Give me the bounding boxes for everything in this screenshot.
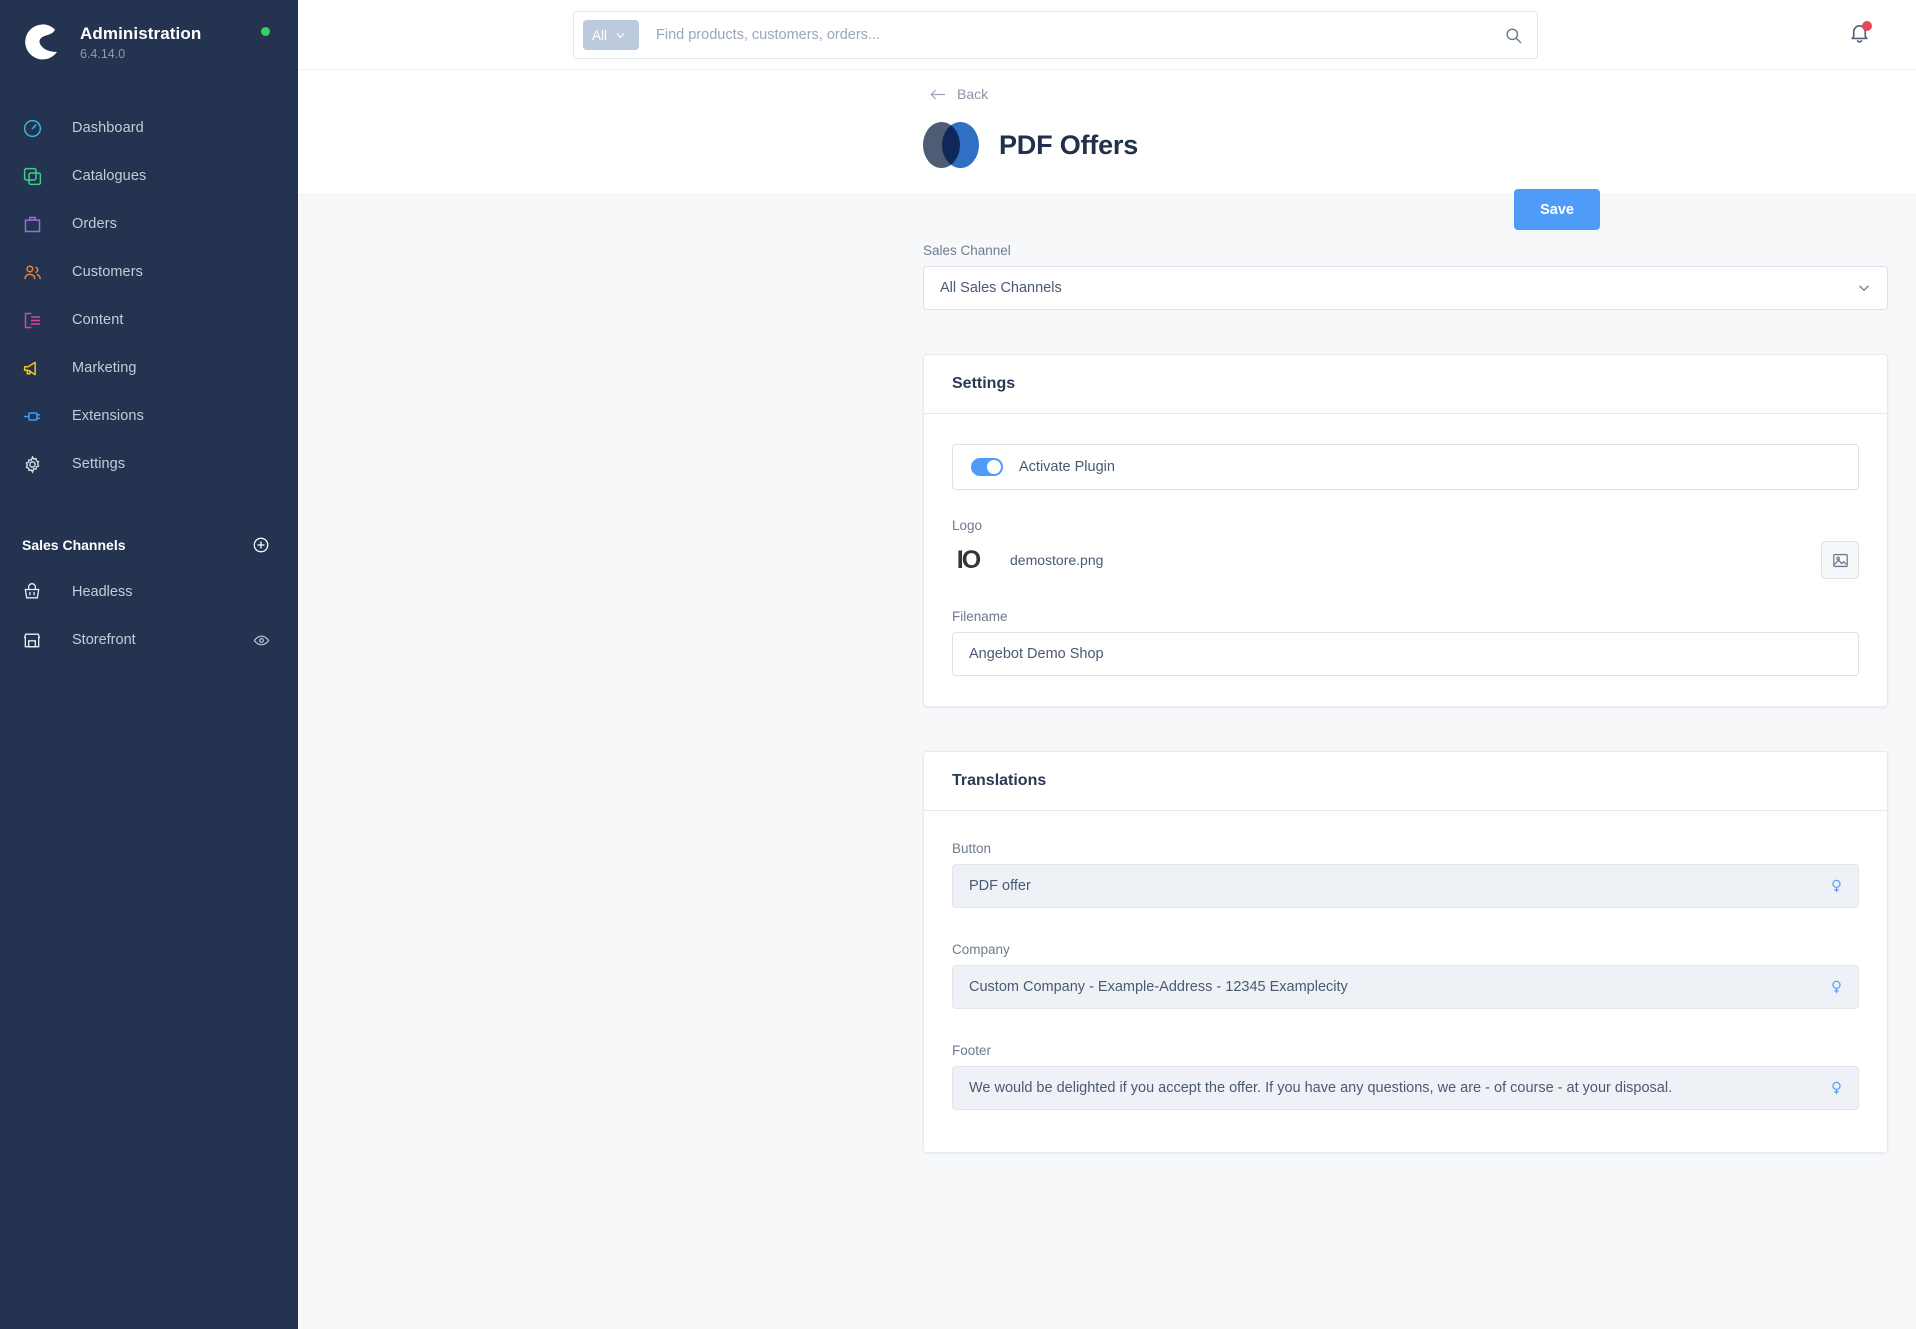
- orders-icon: [22, 214, 52, 235]
- translations-card: Translations Button PDF offer Company Cu…: [923, 751, 1888, 1153]
- logo-thumbnail: IO: [952, 544, 984, 576]
- extensions-icon: [22, 406, 52, 427]
- sidebar-item-settings[interactable]: Settings: [0, 440, 298, 488]
- sidebar-item-content[interactable]: Content: [0, 296, 298, 344]
- sidebar-item-extensions[interactable]: Extensions: [0, 392, 298, 440]
- sidebar-item-label: Dashboard: [72, 120, 144, 136]
- logo-filename: demostore.png: [1010, 552, 1104, 568]
- translation-field-company: Company: [952, 942, 1859, 1009]
- sales-channels-title: Sales Channels: [22, 537, 126, 553]
- button-translation-input[interactable]: [952, 864, 1859, 908]
- sidebar-item-orders[interactable]: Orders: [0, 200, 298, 248]
- settings-card-title: Settings: [952, 375, 1016, 392]
- sidebar-item-label: Catalogues: [72, 168, 147, 184]
- eye-icon[interactable]: [253, 632, 270, 649]
- logo-field: Logo IO demostore.png: [952, 518, 1859, 579]
- main-area: All B: [298, 0, 1916, 1329]
- sidebar-item-label: Customers: [72, 264, 143, 280]
- brand-title: Administration: [80, 23, 202, 43]
- sidebar-item-catalogues[interactable]: Catalogues: [0, 152, 298, 200]
- customers-icon: [22, 262, 52, 283]
- translation-field-button: Button: [952, 841, 1859, 908]
- sidebar: Administration 6.4.14.0 Dashboard Catalo…: [0, 0, 298, 1329]
- back-link[interactable]: Back: [929, 86, 988, 102]
- search-icon[interactable]: [1504, 26, 1523, 45]
- global-search-bar[interactable]: All: [573, 11, 1538, 59]
- activate-plugin-toggle-row[interactable]: Activate Plugin: [952, 444, 1859, 490]
- logo-label: Logo: [952, 518, 983, 533]
- inheritance-unlinked-icon[interactable]: [1828, 979, 1845, 996]
- sidebar-item-label: Settings: [72, 456, 126, 472]
- back-label: Back: [957, 86, 989, 102]
- search-scope-label: All: [592, 27, 608, 43]
- basket-icon: [22, 582, 52, 602]
- main-navigation: Dashboard Catalogues Orders Customers Co…: [0, 104, 298, 488]
- search-input[interactable]: [656, 27, 1504, 43]
- brand-version: 6.4.14.0: [80, 47, 126, 62]
- activate-plugin-switch[interactable]: [971, 458, 1003, 476]
- chevron-down-icon: [1857, 281, 1871, 295]
- company-translation-input[interactable]: [952, 965, 1859, 1009]
- arrow-left-icon: [929, 88, 946, 101]
- settings-card: Settings Activate Plugin Logo IO demosto…: [923, 354, 1888, 707]
- sidebar-item-label: Storefront: [72, 632, 136, 648]
- activate-plugin-label: Activate Plugin: [1019, 459, 1115, 475]
- content-scroll-area[interactable]: Sales Channel All Sales Channels Setting…: [298, 195, 1916, 1329]
- shopware-logo-icon: [22, 20, 66, 64]
- content-icon: [22, 310, 52, 331]
- sidebar-item-label: Extensions: [72, 408, 144, 424]
- inheritance-unlinked-icon[interactable]: [1828, 878, 1845, 895]
- catalogues-icon: [22, 166, 52, 187]
- page-title: PDF Offers: [999, 129, 1139, 160]
- filename-field: Filename: [952, 609, 1859, 676]
- settings-icon: [22, 454, 52, 475]
- sales-channel-selected-value: All Sales Channels: [940, 280, 1062, 296]
- online-status-dot: [261, 27, 270, 36]
- pdf-offers-plugin-icon: [923, 122, 979, 168]
- filename-label: Filename: [952, 609, 1008, 624]
- bell-icon[interactable]: [1848, 21, 1872, 50]
- sidebar-item-storefront[interactable]: Storefront: [0, 616, 298, 664]
- dashboard-icon: [22, 118, 52, 139]
- brand-header[interactable]: Administration 6.4.14.0: [0, 0, 298, 90]
- sidebar-item-label: Marketing: [72, 360, 137, 376]
- sales-channels-section-header: Sales Channels: [0, 522, 298, 568]
- filename-input[interactable]: [952, 632, 1859, 676]
- save-button[interactable]: Save: [1514, 189, 1600, 230]
- translations-card-body: Button Company: [924, 811, 1887, 1152]
- inheritance-unlinked-icon[interactable]: [1828, 1080, 1845, 1097]
- top-bar: All: [298, 0, 1916, 70]
- translation-label: Company: [952, 942, 1010, 957]
- translations-card-header: Translations: [924, 752, 1887, 811]
- settings-card-body: Activate Plugin Logo IO demostore.png Fi…: [924, 414, 1887, 706]
- sales-channel-label: Sales Channel: [923, 243, 1011, 258]
- chevron-down-icon: [615, 30, 626, 41]
- sidebar-item-label: Headless: [72, 584, 133, 600]
- add-sales-channel-icon[interactable]: [252, 536, 270, 554]
- search-scope-selector[interactable]: All: [583, 20, 639, 50]
- translation-field-footer: Footer: [952, 1043, 1859, 1110]
- sidebar-item-dashboard[interactable]: Dashboard: [0, 104, 298, 152]
- marketing-icon: [22, 358, 52, 379]
- page-title-row: PDF Offers: [923, 122, 1916, 168]
- sidebar-item-customers[interactable]: Customers: [0, 248, 298, 296]
- storefront-icon: [22, 630, 52, 650]
- footer-translation-input[interactable]: [952, 1066, 1859, 1110]
- sidebar-item-headless[interactable]: Headless: [0, 568, 298, 616]
- translation-label: Footer: [952, 1043, 992, 1058]
- translations-card-title: Translations: [952, 772, 1047, 789]
- notification-badge: [1862, 21, 1872, 31]
- sidebar-item-label: Content: [72, 312, 124, 328]
- page-header: Back PDF Offers Save: [298, 70, 1916, 230]
- sales-channel-select[interactable]: All Sales Channels: [923, 266, 1888, 310]
- settings-card-header: Settings: [924, 355, 1887, 414]
- sales-channel-field: Sales Channel All Sales Channels: [923, 195, 1888, 310]
- sidebar-item-label: Orders: [72, 216, 117, 232]
- sidebar-item-marketing[interactable]: Marketing: [0, 344, 298, 392]
- image-picker-icon[interactable]: [1821, 541, 1859, 579]
- translation-label: Button: [952, 841, 992, 856]
